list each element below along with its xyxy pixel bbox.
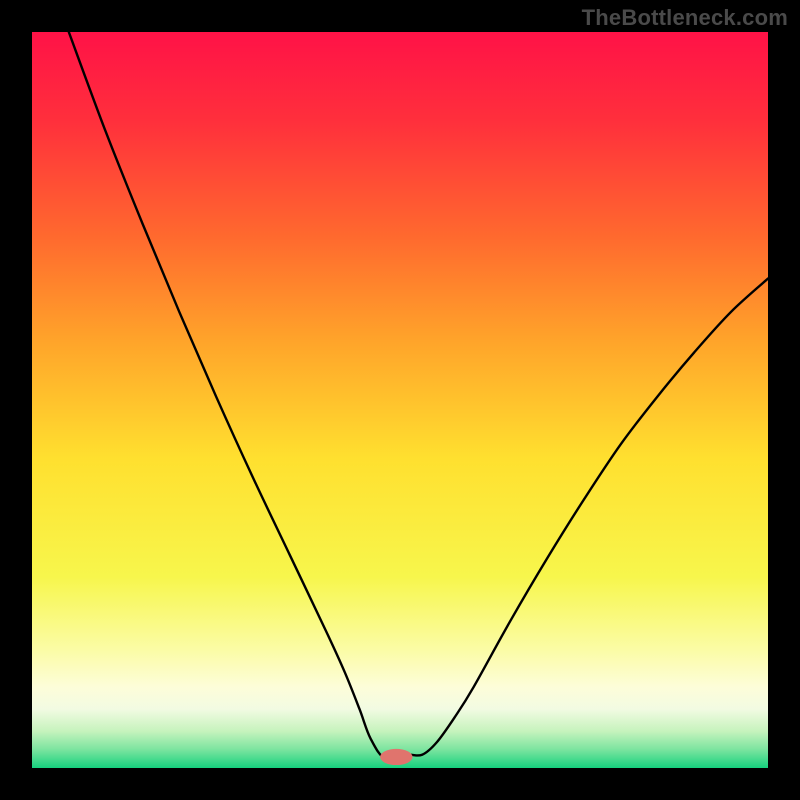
chart-frame: TheBottleneck.com: [0, 0, 800, 800]
plot-area: [32, 32, 768, 768]
gradient-background: [32, 32, 768, 768]
watermark-text: TheBottleneck.com: [582, 5, 788, 31]
chart-svg: [32, 32, 768, 768]
optimum-marker: [380, 749, 412, 765]
